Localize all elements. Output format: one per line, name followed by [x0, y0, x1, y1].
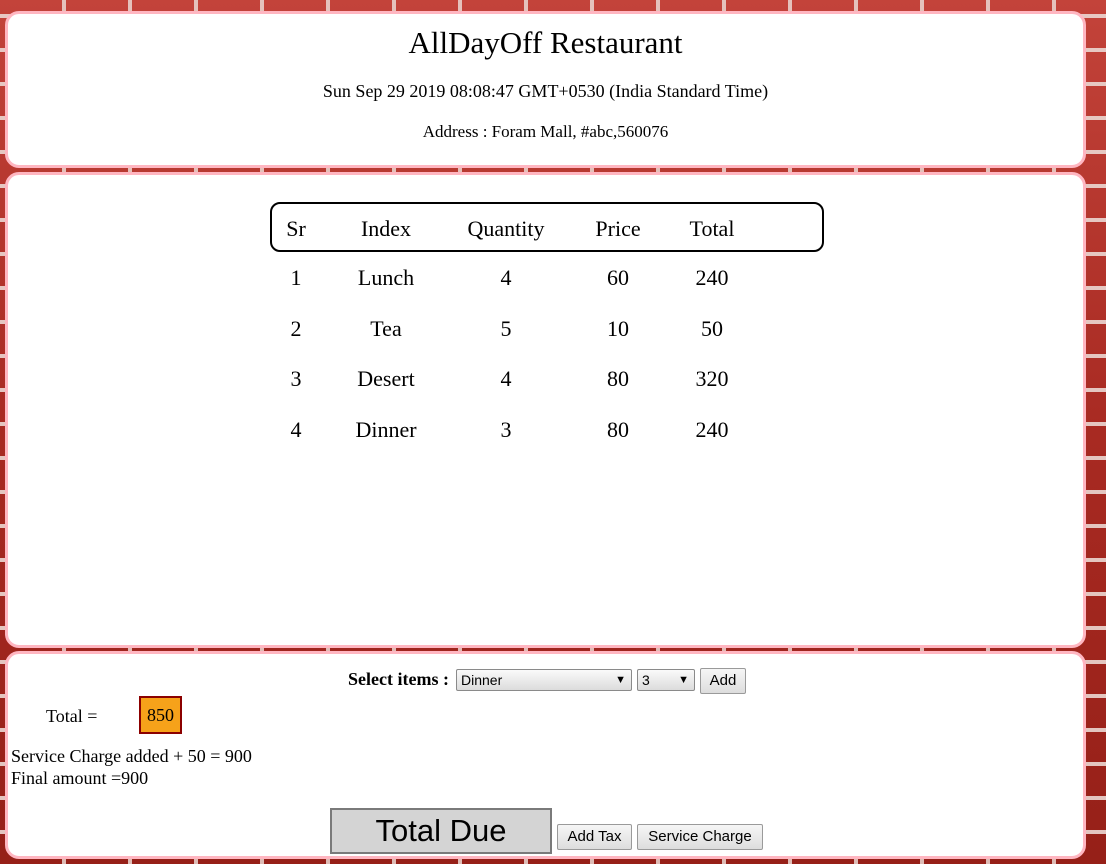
quantity-select-value: 3	[642, 672, 650, 688]
chevron-down-icon: ▼	[678, 674, 689, 686]
cell-total: 240	[695, 265, 729, 290]
cell-quantity: 3	[500, 417, 512, 442]
cell-total: 320	[695, 366, 729, 391]
service-charge-button[interactable]: Service Charge	[637, 824, 763, 850]
cell-quantity: 4	[500, 265, 512, 290]
item-select[interactable]: Dinner ▼	[456, 669, 632, 691]
table-header-row: Sr Index Quantity Price Total	[270, 202, 824, 252]
column-header-quantity: Quantity	[467, 216, 545, 241]
cell-quantity: 4	[500, 366, 512, 391]
order-table-panel: Sr Index Quantity Price Total 1 Lunch 4 …	[5, 172, 1086, 648]
select-items-label: Select items :	[348, 669, 449, 689]
restaurant-title: AllDayOff Restaurant	[408, 25, 683, 60]
service-charge-text: Service Charge added + 50 = 900	[11, 746, 252, 766]
address: Address : Foram Mall, #abc,560076	[422, 122, 669, 141]
cell-quantity: 5	[500, 316, 512, 341]
cell-index: Desert	[357, 366, 415, 391]
total-value: 850	[139, 696, 182, 734]
item-select-value: Dinner	[461, 672, 503, 688]
controls-panel: Select items : Dinner ▼ 3 ▼ Add Total = …	[5, 651, 1086, 859]
total-label: Total =	[46, 706, 98, 726]
date-time: Sun Sep 29 2019 08:08:47 GMT+0530 (India…	[322, 81, 769, 101]
cell-index: Dinner	[355, 417, 417, 442]
final-amount-text: Final amount =900	[11, 768, 149, 788]
cell-total: 50	[701, 316, 723, 341]
column-header-index: Index	[360, 216, 412, 241]
add-button[interactable]: Add	[700, 668, 746, 694]
cell-index: Lunch	[357, 265, 415, 290]
column-header-total: Total	[689, 216, 735, 241]
chevron-down-icon: ▼	[615, 674, 626, 686]
quantity-select[interactable]: 3 ▼	[637, 669, 695, 691]
add-tax-button[interactable]: Add Tax	[557, 824, 632, 850]
total-due-button[interactable]: Total Due	[330, 808, 552, 854]
cell-index: Tea	[370, 316, 402, 341]
header-panel: AllDayOff Restaurant Sun Sep 29 2019 08:…	[5, 11, 1086, 168]
cell-total: 240	[695, 417, 729, 442]
